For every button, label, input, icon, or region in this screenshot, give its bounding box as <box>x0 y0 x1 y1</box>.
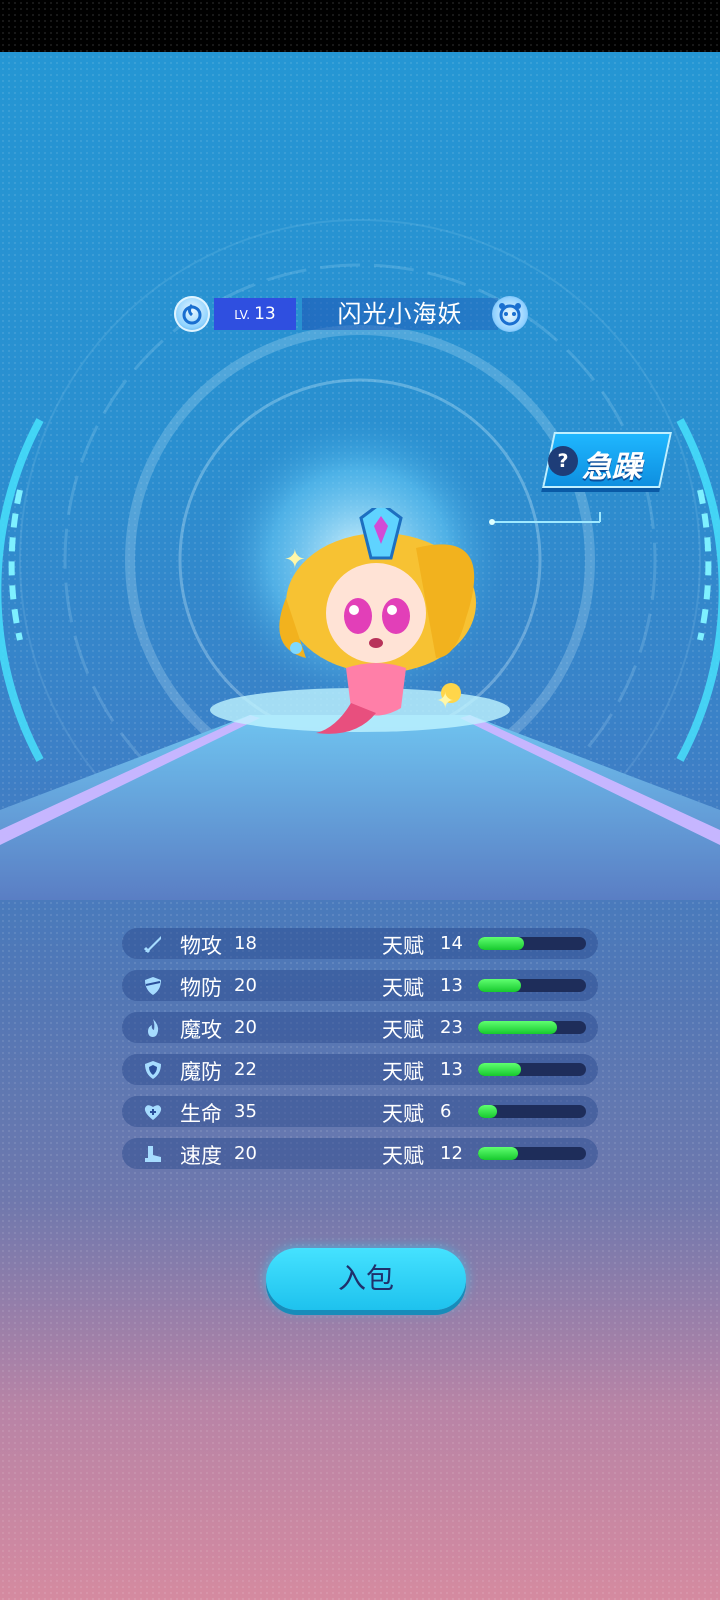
talent-bar-fill <box>478 1147 518 1160</box>
stat-row: 生命 35 天赋 6 <box>122 1096 598 1127</box>
stat-value: 20 <box>234 1017 257 1038</box>
stat-row: 物攻 18 天赋 14 <box>122 928 598 959</box>
svg-text:✦: ✦ <box>436 689 454 714</box>
stat-label: 速度 <box>180 1144 222 1168</box>
talent-label: 天赋 <box>382 1144 424 1168</box>
help-icon[interactable]: ? <box>548 446 578 476</box>
talent-bar <box>478 937 586 950</box>
level-prefix: LV. <box>234 308 251 322</box>
flame-icon <box>142 1017 164 1039</box>
pet-name: 闪光小海妖 <box>302 298 498 330</box>
magic-shield-icon <box>142 1059 164 1081</box>
shield-icon <box>142 975 164 997</box>
talent-bar-fill <box>478 937 525 950</box>
talent-bar <box>478 1147 586 1160</box>
add-to-bag-button[interactable]: 入包 <box>266 1248 466 1310</box>
talent-bar <box>478 1021 586 1034</box>
stat-label: 魔防 <box>180 1060 222 1084</box>
talent-bar-fill <box>478 1021 557 1034</box>
sword-icon <box>142 933 164 955</box>
talent-label: 天赋 <box>382 934 424 958</box>
talent-label: 天赋 <box>382 976 424 1000</box>
stat-row: 物防 20 天赋 13 <box>122 970 598 1001</box>
talent-bar <box>478 979 586 992</box>
stat-row: 魔防 22 天赋 13 <box>122 1054 598 1085</box>
talent-bar-fill <box>478 1063 522 1076</box>
talent-value: 13 <box>440 975 463 996</box>
stat-value: 18 <box>234 933 257 954</box>
stat-value: 22 <box>234 1059 257 1080</box>
talent-value: 13 <box>440 1059 463 1080</box>
pet-face-icon[interactable] <box>492 296 528 332</box>
stat-label: 物防 <box>180 976 222 1000</box>
stat-value: 20 <box>234 1143 257 1164</box>
temper-label: 急躁 <box>582 450 642 485</box>
stat-label: 生命 <box>180 1102 222 1126</box>
talent-bar-fill <box>478 1105 498 1118</box>
stat-label: 物攻 <box>180 934 222 958</box>
talent-label: 天赋 <box>382 1060 424 1084</box>
boot-icon <box>142 1143 164 1165</box>
talent-value: 14 <box>440 933 463 954</box>
mermaid-character[interactable]: ✦ ✦ <box>266 508 506 738</box>
talent-value: 12 <box>440 1143 463 1164</box>
talent-bar-fill <box>478 979 522 992</box>
svg-text:✦: ✦ <box>284 545 306 575</box>
talent-value: 6 <box>440 1101 452 1122</box>
talent-bar <box>478 1105 586 1118</box>
heart-plus-icon <box>142 1101 164 1123</box>
stat-row: 速度 20 天赋 12 <box>122 1138 598 1169</box>
pet-header: LV. 13 闪光小海妖 <box>174 296 534 332</box>
stat-value: 20 <box>234 975 257 996</box>
level-value: 13 <box>254 304 276 324</box>
talent-label: 天赋 <box>382 1102 424 1126</box>
talent-bar <box>478 1063 586 1076</box>
stats-panel: 物攻 18 天赋 14 物防 20 天赋 13 魔攻 20 天赋 23 魔防 22 天赋 13 生命 35 天赋 6 速… <box>122 928 598 1180</box>
stat-label: 魔攻 <box>180 1018 222 1042</box>
water-drop-icon[interactable] <box>174 296 210 332</box>
talent-value: 23 <box>440 1017 463 1038</box>
stat-row: 魔攻 20 天赋 23 <box>122 1012 598 1043</box>
talent-label: 天赋 <box>382 1018 424 1042</box>
stat-value: 35 <box>234 1101 257 1122</box>
level-badge: LV. 13 <box>214 298 296 330</box>
temper-badge[interactable]: ? 急躁 <box>542 432 672 488</box>
